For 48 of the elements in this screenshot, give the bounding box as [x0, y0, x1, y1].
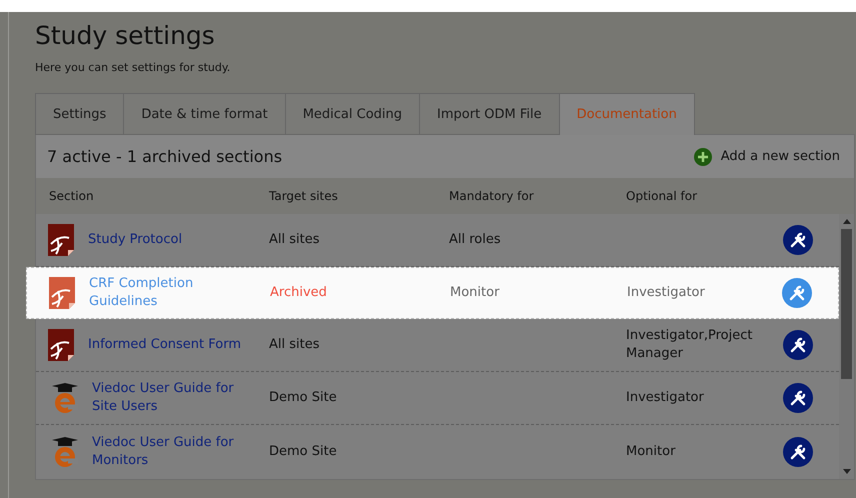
target-sites-cell-text: All sites — [269, 231, 321, 249]
table-row[interactable]: Informed Consent Form All sites Investigator,Project Manager — [36, 319, 839, 372]
optional-for-cell-text: Investigator — [626, 389, 705, 407]
wrench-screwdriver-icon — [790, 337, 806, 353]
table-row[interactable]: Viedoc User Guide for Site Users Demo Site Investigator — [36, 372, 839, 425]
column-header: Section — [49, 189, 95, 203]
tab[interactable]: Date & time format — [123, 93, 285, 135]
pdf-file-icon — [48, 224, 74, 256]
settings-button[interactable] — [783, 437, 813, 467]
add-section-button[interactable]: Add a new section — [694, 148, 840, 166]
tab[interactable]: Medical Coding — [284, 93, 420, 135]
target-sites-cell-text: Demo Site — [269, 443, 338, 461]
wrench-screwdriver-icon — [790, 232, 806, 248]
mandatory-for-cell-text: All roles — [449, 231, 502, 249]
mandatory-for-cell-text: Monitor — [450, 284, 500, 302]
table-row[interactable]: Viedoc User Guide for Monitors Demo Site Monitor — [36, 425, 839, 479]
optional-for-cell-text: Investigator — [627, 284, 706, 302]
section-link[interactable]: Viedoc User Guide for Site Users — [92, 380, 252, 416]
plus-icon — [694, 148, 712, 166]
section-link[interactable]: Study Protocol — [88, 231, 182, 249]
section-link[interactable]: Informed Consent Form — [88, 336, 242, 354]
settings-button[interactable] — [783, 330, 813, 360]
sections-summary: 7 active - 1 archived sections — [47, 147, 282, 166]
scroll-up-arrow-icon[interactable] — [842, 219, 850, 224]
settings-button[interactable] — [783, 225, 813, 255]
tab[interactable]: Settings — [35, 93, 124, 135]
scroll-down-arrow-icon[interactable] — [842, 469, 850, 474]
pdf-file-icon — [48, 329, 74, 361]
section-link[interactable]: Viedoc User Guide for Monitors — [92, 434, 252, 470]
wrench-screwdriver-icon — [790, 444, 806, 460]
scrollbar[interactable] — [839, 214, 854, 479]
tab[interactable]: Import ODM File — [419, 93, 559, 135]
table-row[interactable]: CRF Completion Guidelines Archived Monitor Investigator — [26, 267, 839, 319]
target-sites-cell-text: Demo Site — [269, 389, 338, 407]
settings-button[interactable] — [783, 383, 813, 413]
page-subtitle: Here you can set settings for study. — [35, 61, 232, 74]
wrench-screwdriver-icon — [789, 285, 805, 301]
page-title: Study settings — [35, 20, 216, 52]
optional-for-cell-text: Monitor — [626, 443, 676, 461]
pdf-file-icon — [49, 277, 75, 309]
target-sites-cell-text: Archived — [270, 284, 328, 302]
section-link[interactable]: CRF Completion Guidelines — [89, 275, 249, 311]
column-header: Mandatory for — [449, 189, 535, 203]
optional-for-cell-text: Investigator,Project Manager — [626, 327, 754, 363]
column-header: Target sites — [269, 189, 339, 203]
target-sites-cell-text: All sites — [269, 336, 321, 354]
wrench-screwdriver-icon — [790, 390, 806, 406]
column-header: Optional for — [626, 189, 698, 203]
